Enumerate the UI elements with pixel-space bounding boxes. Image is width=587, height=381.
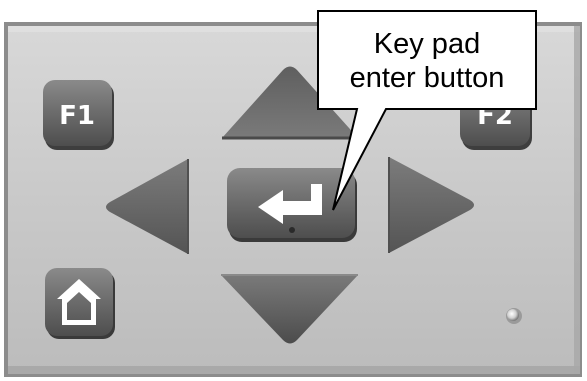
f1-button-label: F1	[59, 101, 95, 131]
callout-label: Key pad enter button	[322, 15, 532, 107]
home-button[interactable]	[45, 268, 115, 339]
f1-button[interactable]: F1	[43, 80, 114, 150]
callout-line-2: enter button	[349, 62, 505, 94]
callout-line-1: Key pad	[373, 28, 481, 60]
enter-button-dot	[289, 227, 295, 233]
enter-button[interactable]	[227, 168, 357, 242]
status-led	[506, 308, 522, 324]
